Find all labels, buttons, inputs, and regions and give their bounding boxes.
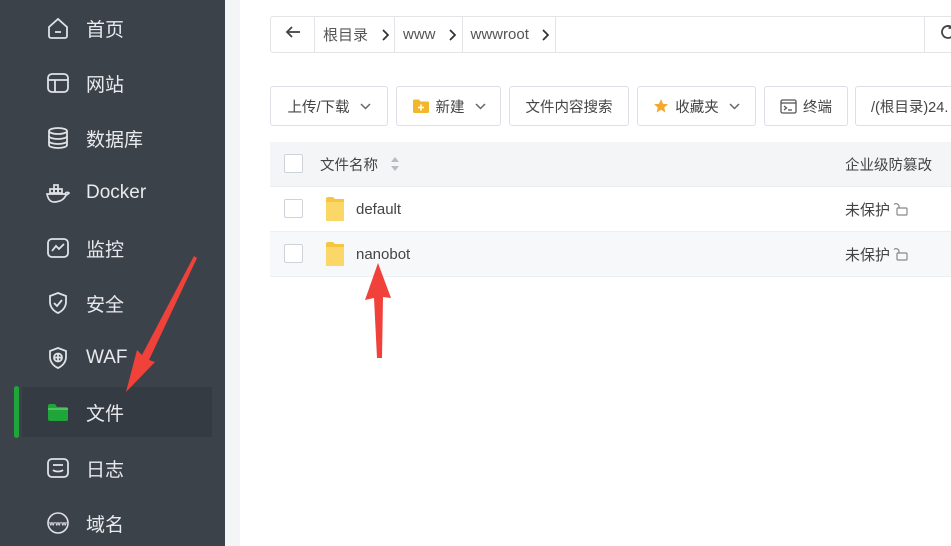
chevron-down-icon (474, 102, 486, 110)
terminal-button[interactable]: 终端 (764, 86, 848, 126)
sidebar-item-database[interactable]: 数据库 (22, 113, 212, 163)
chevron-right-icon[interactable] (536, 17, 556, 52)
column-header-protection: 企业级防篡改 (845, 142, 932, 186)
sidebar-item-label: 日志 (86, 459, 125, 481)
sidebar: 首页 网站 数据库 Docker 监控 安全 WAF 文件 日志 www 域名 (0, 0, 225, 546)
sidebar-item-label: 网站 (86, 74, 125, 96)
breadcrumb-segment[interactable]: wwwroot (463, 17, 556, 52)
sidebar-item-waf[interactable]: WAF (22, 333, 212, 383)
folder-icon (324, 195, 346, 223)
favorites-button[interactable]: 收藏夹 (637, 86, 756, 126)
new-label: 新建 (435, 99, 465, 116)
database-icon (44, 124, 72, 152)
home-icon (44, 14, 72, 42)
active-indicator (14, 386, 19, 438)
chevron-down-icon (729, 102, 740, 110)
select-all-checkbox[interactable] (284, 154, 303, 173)
file-name[interactable]: nanobot (356, 246, 410, 263)
folder-icon (324, 240, 346, 268)
table-row[interactable]: default 未保护 (270, 187, 951, 232)
chevron-down-icon (359, 102, 371, 110)
sidebar-item-monitor[interactable]: 监控 (22, 223, 212, 273)
sidebar-item-domains[interactable]: www 域名 (22, 498, 212, 546)
annotation-arrow-to-nanobot (365, 263, 391, 358)
path-input[interactable]: /(根目录)24. (855, 86, 951, 126)
unlock-icon[interactable] (893, 201, 909, 217)
file-name-cell[interactable]: default (320, 187, 401, 231)
upload-download-label: 上传/下载 (287, 99, 350, 116)
sidebar-item-label: 监控 (86, 239, 125, 261)
favorites-label: 收藏夹 (675, 99, 719, 116)
chevron-right-icon[interactable] (443, 17, 463, 52)
file-table-header: 文件名称 企业级防篡改 (270, 142, 951, 187)
breadcrumb-segment[interactable]: www (395, 17, 463, 52)
unlock-icon[interactable] (893, 246, 909, 262)
sidebar-item-label: 域名 (86, 514, 125, 536)
breadcrumb-segment[interactable]: 根目录 (315, 17, 396, 52)
sidebar-item-docker[interactable]: Docker (22, 168, 212, 218)
sidebar-item-website[interactable]: 网站 (22, 58, 212, 108)
file-content-search-button[interactable]: 文件内容搜索 (509, 86, 629, 126)
protection-cell: 未保护 (845, 232, 909, 276)
new-folder-icon (412, 98, 430, 114)
website-icon (44, 69, 72, 97)
waf-shield-icon (44, 344, 72, 372)
log-icon (44, 454, 72, 482)
content-gutter (225, 0, 240, 546)
sidebar-item-label: WAF (86, 347, 128, 368)
protection-status: 未保护 (845, 201, 891, 219)
terminal-icon (780, 98, 797, 114)
www-icon: www (44, 509, 72, 537)
row-checkbox[interactable] (284, 244, 303, 263)
column-protection-label: 企业级防篡改 (845, 157, 932, 174)
sidebar-item-label: Docker (86, 182, 147, 203)
terminal-label: 终端 (803, 99, 832, 116)
sort-icon[interactable] (390, 156, 400, 172)
app-window: 首页 网站 数据库 Docker 监控 安全 WAF 文件 日志 www 域名 … (0, 0, 951, 546)
sidebar-item-security[interactable]: 安全 (22, 278, 212, 328)
arrow-left-icon (285, 25, 301, 44)
breadcrumb-label: www (403, 26, 436, 43)
docker-icon (44, 179, 72, 207)
refresh-icon (939, 23, 951, 46)
upload-download-button[interactable]: 上传/下载 (270, 86, 388, 126)
breadcrumb: 根目录 www wwwroot (270, 16, 951, 53)
shield-icon (44, 289, 72, 317)
column-name-label: 文件名称 (320, 157, 378, 174)
file-name[interactable]: default (356, 201, 401, 218)
svg-text:www: www (49, 520, 67, 528)
refresh-button[interactable] (924, 17, 951, 52)
new-button[interactable]: 新建 (396, 86, 501, 126)
sidebar-item-label: 首页 (86, 19, 125, 41)
sidebar-item-label: 安全 (86, 294, 125, 316)
folder-icon (44, 398, 72, 426)
file-name-cell[interactable]: nanobot (320, 232, 410, 276)
sidebar-item-home[interactable]: 首页 (22, 3, 212, 53)
column-header-name[interactable]: 文件名称 (320, 142, 400, 186)
path-input-value: /(根目录)24. (871, 99, 949, 116)
monitor-icon (44, 234, 72, 262)
protection-cell: 未保护 (845, 187, 909, 231)
breadcrumb-label: wwwroot (470, 26, 529, 43)
chevron-right-icon[interactable] (375, 17, 396, 52)
sidebar-item-label: 文件 (86, 403, 125, 425)
row-checkbox[interactable] (284, 199, 303, 218)
breadcrumb-label: 根目录 (323, 27, 369, 44)
sidebar-item-files[interactable]: 文件 (22, 387, 212, 437)
file-content-search-label: 文件内容搜索 (525, 99, 613, 116)
protection-status: 未保护 (845, 246, 891, 264)
sidebar-item-label: 数据库 (86, 129, 144, 151)
back-button[interactable] (271, 17, 315, 52)
star-icon (653, 98, 669, 114)
sidebar-item-logs[interactable]: 日志 (22, 443, 212, 493)
table-row[interactable]: nanobot 未保护 (270, 232, 951, 277)
